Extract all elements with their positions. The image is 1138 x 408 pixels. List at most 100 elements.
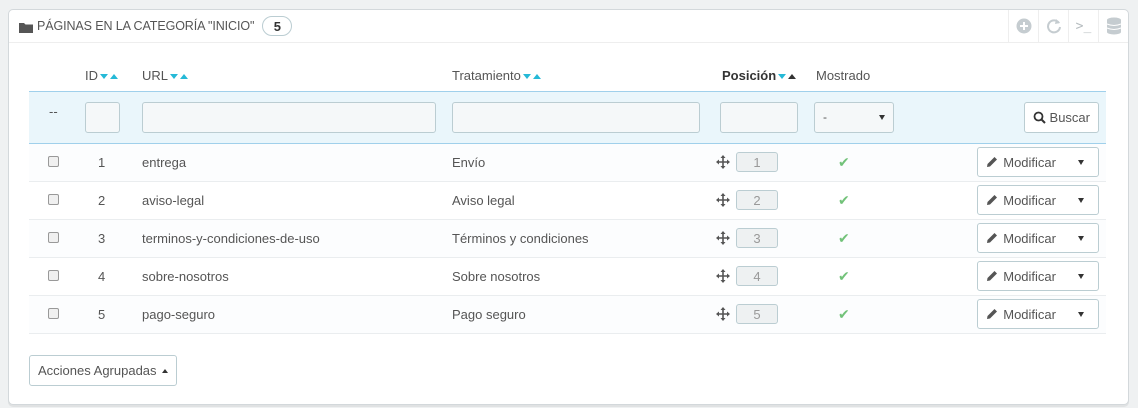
- row-title: Términos y condiciones: [446, 219, 710, 258]
- search-button[interactable]: Buscar: [1023, 101, 1099, 133]
- filter-dash: --: [49, 103, 58, 119]
- edit-button[interactable]: Modificar: [978, 300, 1064, 328]
- row-url: aviso-legal: [136, 181, 446, 220]
- title-filter-input[interactable]: [452, 101, 700, 133]
- row-url: pago-seguro: [136, 295, 446, 334]
- row-title: Pago seguro: [446, 295, 710, 334]
- sort-asc-icon[interactable]: [788, 73, 797, 79]
- edit-button-group: Modificar: [977, 223, 1099, 253]
- add-new-button[interactable]: [1008, 10, 1038, 42]
- row-title: Sobre nosotros: [446, 257, 710, 296]
- position-value: 4: [736, 266, 778, 286]
- folder-icon: [19, 21, 33, 33]
- table-row[interactable]: 3 terminos-y-condiciones-de-uso Términos…: [29, 219, 1106, 258]
- caret-up-icon: [161, 368, 168, 373]
- sort-asc-icon[interactable]: [532, 73, 541, 79]
- table-row[interactable]: 5 pago-seguro Pago seguro 5 ✔ Modificar: [29, 295, 1106, 334]
- panel-heading: Páginas en la categoría "Inicio" 5 >_: [9, 10, 1128, 43]
- edit-dropdown-toggle[interactable]: [1064, 186, 1098, 214]
- sql-query-button[interactable]: >_: [1068, 10, 1098, 42]
- filter-row: -- - Buscar: [29, 90, 1106, 144]
- refresh-button[interactable]: [1038, 10, 1068, 42]
- row-checkbox[interactable]: [48, 231, 59, 243]
- check-icon[interactable]: ✔: [838, 192, 850, 208]
- col-header-displayed: Mostrado: [816, 67, 871, 83]
- pencil-icon: [987, 309, 998, 319]
- chevron-down-icon: [1078, 235, 1084, 241]
- position-value: 5: [736, 304, 778, 324]
- chevron-down-icon: [1078, 311, 1084, 317]
- sort-desc-icon[interactable]: [170, 73, 179, 79]
- pencil-icon: [987, 233, 998, 243]
- row-checkbox[interactable]: [48, 269, 59, 281]
- row-id: 1: [85, 143, 136, 182]
- id-filter-input[interactable]: [85, 101, 120, 133]
- position-value: 2: [736, 190, 778, 210]
- edit-button-group: Modificar: [977, 299, 1099, 329]
- drag-move-icon[interactable]: [716, 155, 730, 169]
- edit-button[interactable]: Modificar: [978, 262, 1064, 290]
- edit-button[interactable]: Modificar: [978, 224, 1064, 252]
- row-title: Aviso legal: [446, 181, 710, 220]
- chevron-down-icon: [1078, 159, 1084, 165]
- edit-dropdown-toggle[interactable]: [1064, 262, 1098, 290]
- edit-button-group: Modificar: [977, 261, 1099, 291]
- sort-asc-icon[interactable]: [110, 73, 118, 79]
- database-icon: [1106, 17, 1121, 35]
- chevron-down-icon: [1078, 273, 1084, 279]
- cms-pages-panel: Páginas en la categoría "Inicio" 5 >_: [8, 9, 1129, 405]
- position-value: 3: [736, 228, 778, 248]
- edit-dropdown-toggle[interactable]: [1064, 224, 1098, 252]
- edit-button-group: Modificar: [977, 147, 1099, 177]
- edit-button[interactable]: Modificar: [978, 186, 1064, 214]
- bulk-actions-button[interactable]: Acciones Agrupadas: [29, 355, 177, 386]
- edit-button-group: Modificar: [977, 185, 1099, 215]
- refresh-icon: [1046, 19, 1061, 34]
- row-url: sobre-nosotros: [136, 257, 446, 296]
- drag-move-icon[interactable]: [716, 269, 730, 283]
- edit-button[interactable]: Modificar: [978, 148, 1064, 176]
- col-header-url: URL: [136, 60, 446, 91]
- panel-title: Páginas en la categoría "Inicio": [37, 19, 255, 33]
- sort-asc-icon[interactable]: [180, 73, 189, 79]
- table-row[interactable]: 1 entrega Envío 1 ✔ Modificar: [29, 143, 1106, 182]
- row-id: 3: [85, 219, 136, 258]
- terminal-icon: >_: [1075, 18, 1092, 34]
- chevron-down-icon: [1078, 197, 1084, 203]
- position-value: 1: [736, 152, 778, 172]
- sort-desc-icon[interactable]: [522, 73, 531, 79]
- row-url: terminos-y-condiciones-de-uso: [136, 219, 446, 258]
- edit-dropdown-toggle[interactable]: [1064, 148, 1098, 176]
- check-icon[interactable]: ✔: [838, 154, 850, 170]
- export-button[interactable]: [1098, 10, 1128, 42]
- col-header-id: ID: [85, 60, 136, 91]
- drag-move-icon[interactable]: [716, 231, 730, 245]
- col-header-title: Tratamiento: [446, 60, 710, 91]
- check-icon[interactable]: ✔: [838, 230, 850, 246]
- sort-desc-icon[interactable]: [778, 73, 787, 79]
- displayed-filter-select[interactable]: -: [814, 101, 894, 133]
- row-checkbox[interactable]: [48, 307, 59, 319]
- table-row[interactable]: 2 aviso-legal Aviso legal 2 ✔ Modificar: [29, 181, 1106, 220]
- cms-pages-table: ID URL Tratamiento Posición Mostrado -- …: [29, 60, 1106, 334]
- row-checkbox[interactable]: [48, 155, 59, 167]
- drag-move-icon[interactable]: [716, 307, 730, 321]
- table-row[interactable]: 4 sobre-nosotros Sobre nosotros 4 ✔ Modi…: [29, 257, 1106, 296]
- row-title: Envío: [446, 143, 710, 182]
- row-checkbox[interactable]: [48, 193, 59, 205]
- row-id: 4: [85, 257, 136, 296]
- col-header-position: Posición: [710, 60, 804, 91]
- row-id: 2: [85, 181, 136, 220]
- drag-move-icon[interactable]: [716, 193, 730, 207]
- row-url: entrega: [136, 143, 446, 182]
- panel-toolbar: >_: [1008, 10, 1128, 42]
- check-icon[interactable]: ✔: [838, 306, 850, 322]
- url-filter-input[interactable]: [142, 101, 436, 133]
- pencil-icon: [987, 271, 998, 281]
- sort-desc-icon[interactable]: [100, 73, 108, 79]
- position-filter-input[interactable]: [720, 101, 798, 133]
- search-icon: [1033, 111, 1046, 124]
- edit-dropdown-toggle[interactable]: [1064, 300, 1098, 328]
- pencil-icon: [987, 195, 998, 205]
- check-icon[interactable]: ✔: [838, 268, 850, 284]
